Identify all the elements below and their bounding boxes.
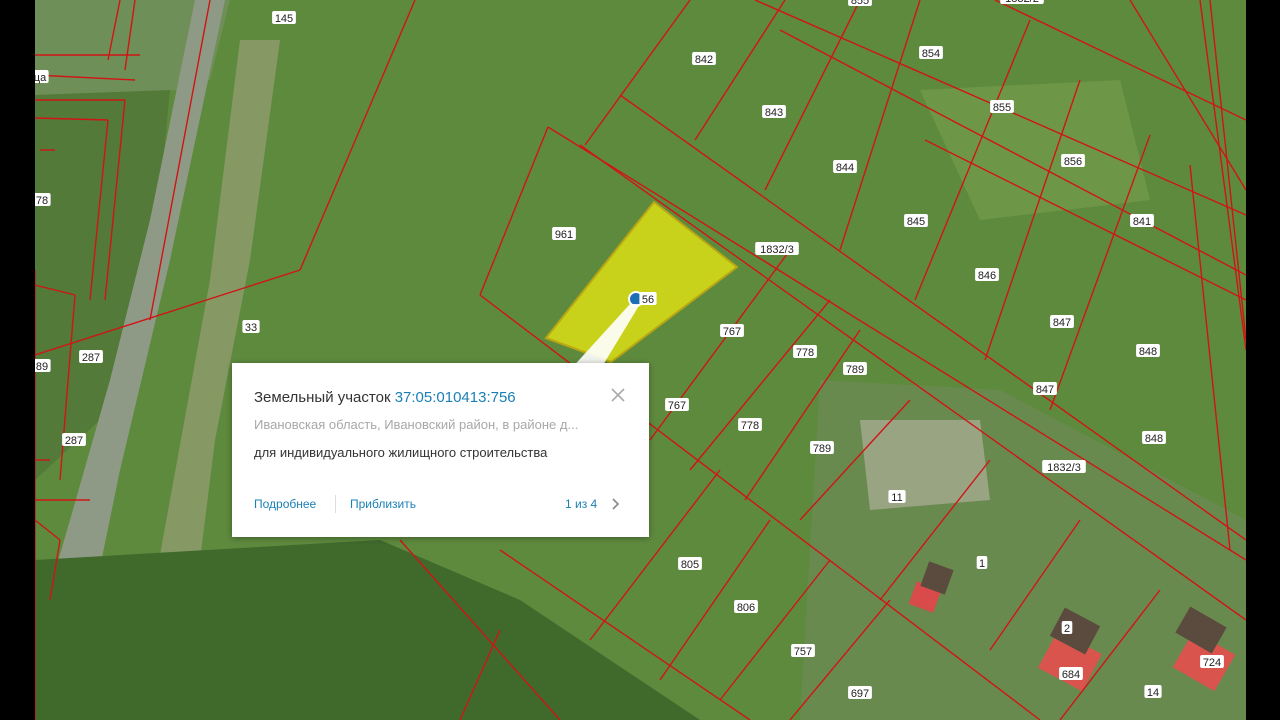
parcel-label[interactable]: 1832/3 (1047, 462, 1081, 474)
popup-title-prefix: Земельный участок (254, 389, 391, 406)
parcel-label[interactable]: 89 (36, 361, 48, 373)
parcel-label[interactable]: 842 (695, 54, 713, 66)
chevron-right-icon[interactable] (610, 496, 622, 512)
details-link[interactable]: Подробнее (254, 497, 316, 511)
parcel-address: Ивановская область, Ивановский район, в … (254, 417, 579, 432)
parcel-label[interactable]: 847 (1036, 384, 1054, 396)
parcel-label[interactable]: 767 (723, 326, 741, 338)
parcel-info-popup: Земельный участок 37:05:010413:756 Ивано… (232, 363, 649, 537)
popup-title: Земельный участок 37:05:010413:756 (254, 389, 516, 406)
cadastral-number-link[interactable]: 37:05:010413:756 (395, 389, 516, 406)
parcel-label[interactable]: 846 (978, 270, 996, 282)
satellite-layer: 145 842 843 844 845 846 847 848 854 855 856 841 961 1… (35, 0, 1246, 720)
parcel-label[interactable]: 724 (1203, 657, 1221, 669)
parcel-label[interactable]: 805 (681, 559, 699, 571)
parcel-label[interactable]: 1 (979, 558, 985, 570)
parcel-label[interactable]: 1832/2 (1005, 0, 1039, 5)
parcel-label[interactable]: 789 (846, 364, 864, 376)
parcel-label[interactable]: 2 (1064, 623, 1070, 635)
parcel-label[interactable]: 841 (1133, 216, 1151, 228)
parcel-label[interactable]: 856 (1064, 156, 1082, 168)
permitted-use: для индивидуального жилищного строительс… (254, 445, 548, 460)
parcel-label[interactable]: 778 (741, 420, 759, 432)
parcel-label[interactable]: 961 (555, 229, 573, 241)
link-divider (335, 495, 336, 513)
parcel-label[interactable]: 145 (275, 13, 293, 25)
parcel-label[interactable]: 1832/3 (760, 244, 794, 256)
parcel-label[interactable]: 778 (796, 347, 814, 359)
parcel-label[interactable]: 757 (794, 646, 812, 658)
parcel-label[interactable]: 854 (922, 48, 940, 60)
close-icon[interactable] (608, 385, 628, 405)
parcel-label[interactable]: 11 (891, 492, 902, 504)
parcel-label[interactable]: 845 (907, 216, 925, 228)
result-pager: 1 из 4 (565, 497, 598, 511)
parcel-label[interactable]: 855 (993, 102, 1011, 114)
parcel-label[interactable]: 848 (1139, 346, 1157, 358)
parcel-label[interactable]: 789 (813, 443, 831, 455)
parcel-label[interactable]: 847 (1053, 317, 1071, 329)
zoom-to-link[interactable]: Приблизить (350, 497, 416, 511)
parcel-label[interactable]: 33 (245, 322, 257, 334)
parcel-label[interactable]: 844 (836, 162, 854, 174)
parcel-label[interactable]: 848 (1145, 433, 1163, 445)
parcel-label[interactable]: 14 (1147, 687, 1159, 699)
parcel-label[interactable]: 767 (668, 400, 686, 412)
map-view[interactable]: 145 842 843 844 845 846 847 848 854 855 856 841 961 1… (35, 0, 1246, 720)
parcel-label[interactable]: 287 (82, 352, 100, 364)
parcel-label[interactable]: ца (35, 72, 47, 84)
parcel-label[interactable]: 287 (65, 435, 83, 447)
parcel-label[interactable]: 684 (1062, 669, 1080, 681)
parcel-label[interactable]: 855 (851, 0, 869, 7)
parcel-label[interactable]: 78 (36, 195, 48, 207)
parcel-label[interactable]: 56 (642, 294, 654, 306)
parcel-label[interactable]: 697 (851, 688, 869, 700)
parcel-label[interactable]: 806 (737, 602, 755, 614)
parcel-label[interactable]: 843 (765, 107, 783, 119)
